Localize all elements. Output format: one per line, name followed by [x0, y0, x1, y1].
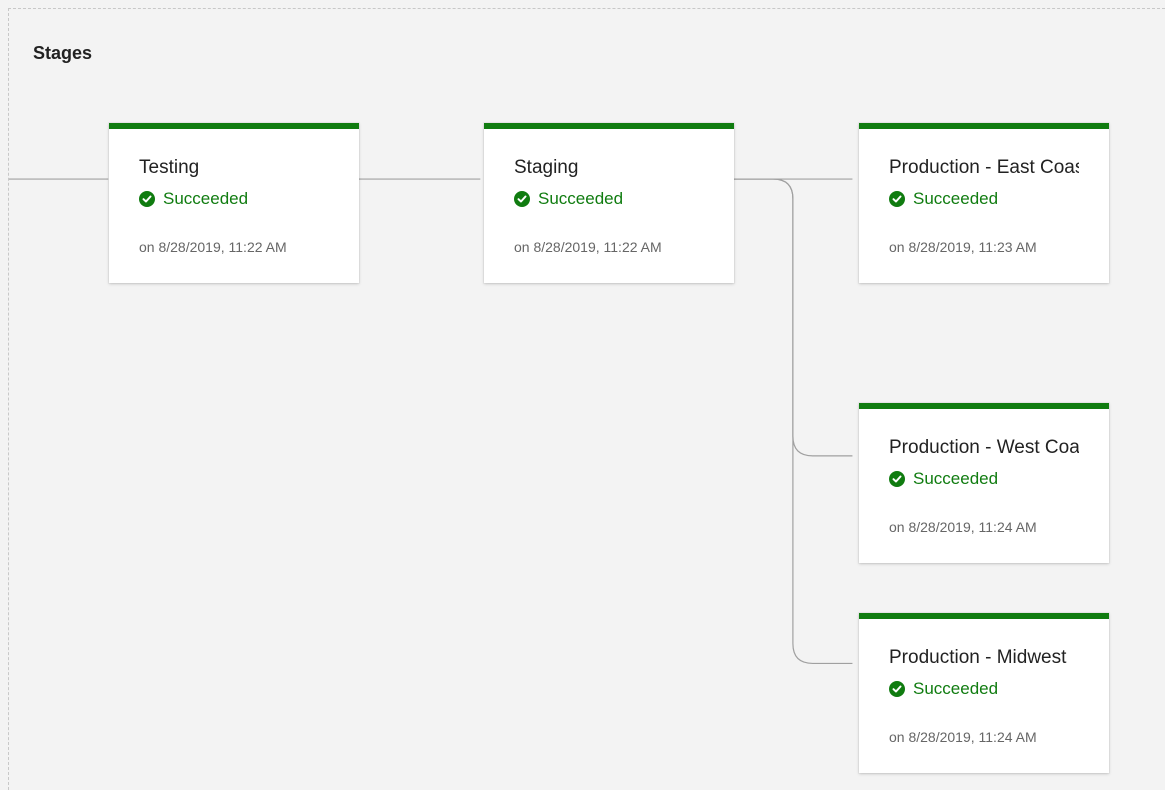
pipeline-canvas: Testing Succeeded on 8/28/2019, 11:22 AM…: [9, 9, 1165, 790]
stage-timestamp: on 8/28/2019, 11:22 AM: [514, 239, 704, 255]
stage-status: Succeeded: [889, 679, 1079, 699]
stage-card-testing[interactable]: Testing Succeeded on 8/28/2019, 11:22 AM: [109, 123, 359, 283]
stage-status-text: Succeeded: [913, 469, 998, 489]
stage-title: Testing: [139, 157, 329, 179]
stage-status: Succeeded: [889, 189, 1079, 209]
stage-card-production-east[interactable]: Production - East Coast Succeeded on 8/2…: [859, 123, 1109, 283]
success-icon: [514, 191, 530, 207]
success-icon: [889, 471, 905, 487]
stage-title: Staging: [514, 157, 704, 179]
stage-title: Production - Midwest: [889, 647, 1079, 669]
stage-card-production-west[interactable]: Production - West Coast Succeeded on 8/2…: [859, 403, 1109, 563]
stage-title: Production - West Coast: [889, 437, 1079, 459]
stage-status-text: Succeeded: [163, 189, 248, 209]
stage-card-staging[interactable]: Staging Succeeded on 8/28/2019, 11:22 AM: [484, 123, 734, 283]
stage-status-text: Succeeded: [913, 189, 998, 209]
stage-timestamp: on 8/28/2019, 11:24 AM: [889, 519, 1079, 535]
stage-status-text: Succeeded: [913, 679, 998, 699]
stage-status: Succeeded: [514, 189, 704, 209]
stage-timestamp: on 8/28/2019, 11:22 AM: [139, 239, 329, 255]
stages-panel: Stages Testing Succeeded on 8/28/2019, 1…: [8, 8, 1165, 790]
success-icon: [889, 681, 905, 697]
success-icon: [139, 191, 155, 207]
stage-status-text: Succeeded: [538, 189, 623, 209]
stage-card-production-midwest[interactable]: Production - Midwest Succeeded on 8/28/2…: [859, 613, 1109, 773]
stage-title: Production - East Coast: [889, 157, 1079, 179]
stage-status: Succeeded: [139, 189, 329, 209]
stage-timestamp: on 8/28/2019, 11:24 AM: [889, 729, 1079, 745]
success-icon: [889, 191, 905, 207]
stage-timestamp: on 8/28/2019, 11:23 AM: [889, 239, 1079, 255]
stage-status: Succeeded: [889, 469, 1079, 489]
